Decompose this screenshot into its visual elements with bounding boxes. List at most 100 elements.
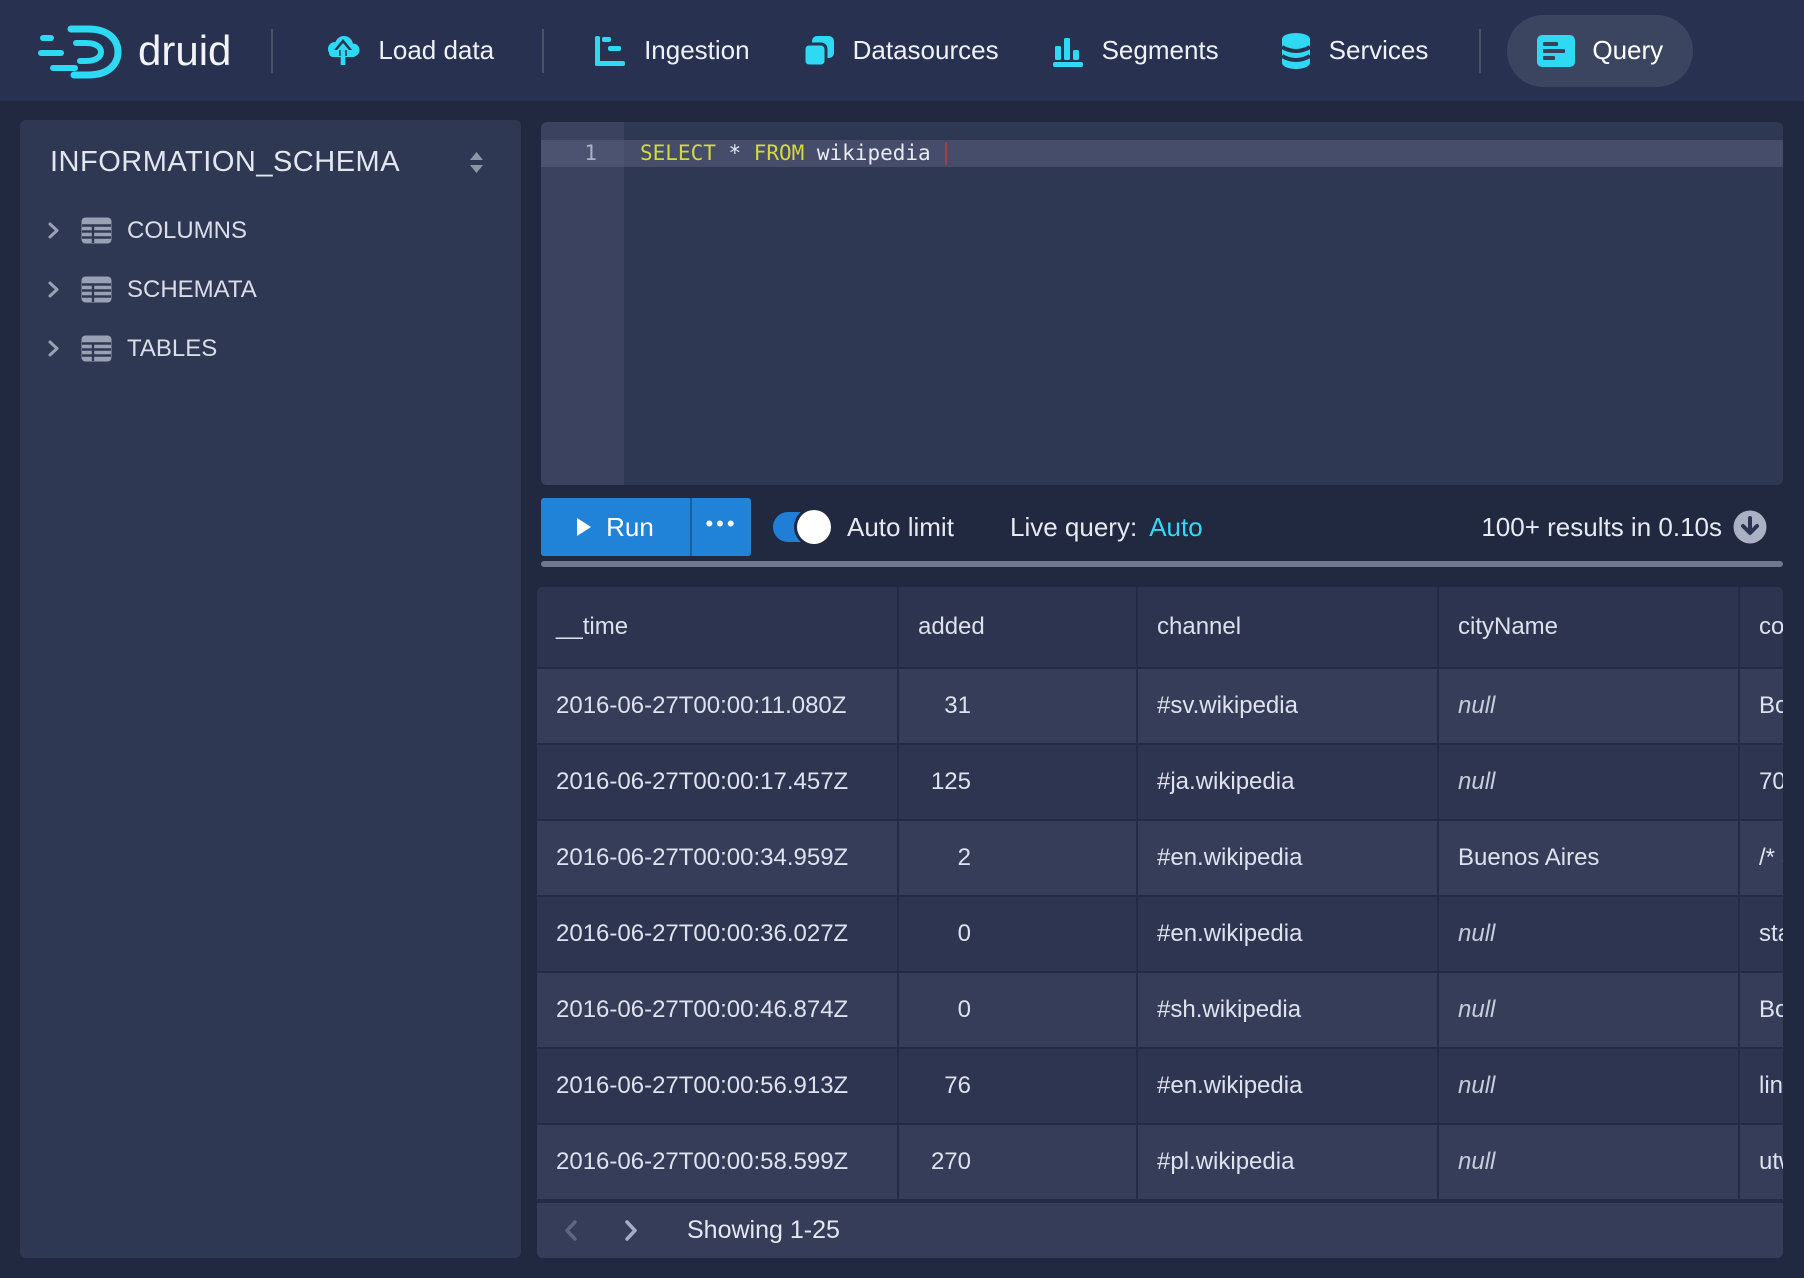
line-number: 1 <box>541 140 597 167</box>
editor-gutter <box>541 122 624 485</box>
cell-added[interactable]: 0 <box>899 973 1138 1049</box>
cell-added[interactable]: 0 <box>899 897 1138 973</box>
column-header-channel[interactable]: channel <box>1138 587 1439 669</box>
table-icon <box>81 335 112 362</box>
cell-time[interactable]: 2016-06-27T00:00:36.027Z <box>537 897 899 973</box>
cell-time[interactable]: 2016-06-27T00:00:17.457Z <box>537 745 899 821</box>
live-query-value[interactable]: Auto <box>1149 512 1203 543</box>
nav-item-label: Services <box>1329 35 1429 66</box>
cell-added[interactable]: 31 <box>899 669 1138 745</box>
nav-divider <box>542 29 544 73</box>
chevron-right-icon <box>47 280 60 299</box>
cell-time[interactable]: 2016-06-27T00:00:46.874Z <box>537 973 899 1049</box>
table-row: 2016-06-27T00:00:34.959Z2#en.wikipediaBu… <box>537 821 1783 897</box>
column-header-comment[interactable]: comment <box>1740 587 1783 669</box>
page-next-button[interactable] <box>624 1219 639 1242</box>
druid-logo[interactable]: druid <box>38 21 231 81</box>
cell-time[interactable]: 2016-06-27T00:00:11.080Z <box>537 669 899 745</box>
table-pagination: Showing 1-25 <box>537 1201 1783 1258</box>
druid-logo-icon <box>38 21 126 81</box>
cell-time[interactable]: 2016-06-27T00:00:56.913Z <box>537 1049 899 1125</box>
nav-item-label: Segments <box>1102 35 1219 66</box>
cell-added[interactable]: 76 <box>899 1049 1138 1125</box>
column-header-time[interactable]: __time <box>537 587 899 669</box>
tree-item-label: SCHEMATA <box>127 276 257 304</box>
run-button-label: Run <box>606 512 654 543</box>
nav-item-label: Ingestion <box>644 35 750 66</box>
column-header-added[interactable]: added <box>899 587 1138 669</box>
cell-comment[interactable]: utw <box>1740 1125 1783 1201</box>
nav-item-ingestion[interactable]: Ingestion <box>593 34 750 68</box>
cell-comment[interactable]: Bot <box>1740 973 1783 1049</box>
druid-console: druid Load data <box>0 0 1804 1278</box>
cell-cityname[interactable]: null <box>1439 1125 1740 1201</box>
cell-cityname[interactable]: Buenos Aires <box>1439 821 1740 897</box>
toggle-knob <box>797 510 831 544</box>
tree-item-tables[interactable]: TABLES <box>20 319 521 378</box>
live-query-label: Live query: <box>1010 512 1137 543</box>
cell-time[interactable]: 2016-06-27T00:00:34.959Z <box>537 821 899 897</box>
nav-item-load-data[interactable]: Load data <box>325 34 494 68</box>
schema-title: INFORMATION_SCHEMA <box>50 146 400 179</box>
column-header-cityname[interactable]: cityName <box>1439 587 1740 669</box>
panel-resize-handle[interactable] <box>541 561 1783 567</box>
results-summary: 100+ results in 0.10s <box>1481 512 1722 543</box>
auto-limit-toggle[interactable] <box>773 512 828 542</box>
results-meta: 100+ results in 0.10s <box>1481 498 1767 556</box>
cell-added[interactable]: 2 <box>899 821 1138 897</box>
query-editor[interactable]: 1 SELECT*FROMwikipedia <box>541 122 1783 485</box>
run-button[interactable]: Run <box>541 498 690 556</box>
gantt-chart-icon <box>593 34 627 68</box>
cell-comment[interactable]: /* S <box>1740 821 1783 897</box>
nav-item-services[interactable]: Services <box>1280 31 1429 71</box>
cell-added[interactable]: 270 <box>899 1125 1138 1201</box>
cell-comment[interactable]: Bot <box>1740 669 1783 745</box>
cloud-upload-icon <box>325 34 361 68</box>
nav-item-label: Query <box>1592 35 1663 66</box>
console-icon <box>1537 35 1575 67</box>
cell-comment[interactable]: 70. <box>1740 745 1783 821</box>
table-body: 2016-06-27T00:00:11.080Z31#sv.wikipedian… <box>537 669 1783 1201</box>
more-icon: ••• <box>705 511 737 537</box>
run-more-button[interactable]: ••• <box>690 498 751 556</box>
cell-cityname[interactable]: null <box>1439 1049 1740 1125</box>
nav-item-datasources[interactable]: Datasources <box>802 34 999 68</box>
auto-limit-label: Auto limit <box>847 498 954 556</box>
nav-item-label: Load data <box>378 35 494 66</box>
nav-item-segments[interactable]: Segments <box>1051 34 1219 68</box>
table-row: 2016-06-27T00:00:36.027Z0#en.wikipedianu… <box>537 897 1783 973</box>
chevron-right-icon <box>47 221 60 240</box>
download-button[interactable] <box>1733 510 1767 544</box>
cell-cityname[interactable]: null <box>1439 897 1740 973</box>
table-row: 2016-06-27T00:00:11.080Z31#sv.wikipedian… <box>537 669 1783 745</box>
cell-channel[interactable]: #sh.wikipedia <box>1138 973 1439 1049</box>
cell-cityname[interactable]: null <box>1439 973 1740 1049</box>
sql-star: * <box>728 141 741 165</box>
tree-item-schemata[interactable]: SCHEMATA <box>20 260 521 319</box>
sql-text: SELECT*FROMwikipedia <box>640 140 947 167</box>
cell-channel[interactable]: #en.wikipedia <box>1138 821 1439 897</box>
cell-channel[interactable]: #pl.wikipedia <box>1138 1125 1439 1201</box>
tree-item-label: COLUMNS <box>127 217 247 245</box>
cell-comment[interactable]: link <box>1740 1049 1783 1125</box>
table-row: 2016-06-27T00:00:58.599Z270#pl.wikipedia… <box>537 1125 1783 1201</box>
nav-divider <box>271 29 273 73</box>
cell-comment[interactable]: sta <box>1740 897 1783 973</box>
nav-item-query-active[interactable]: Query <box>1507 15 1693 87</box>
cell-cityname[interactable]: null <box>1439 669 1740 745</box>
cell-channel[interactable]: #ja.wikipedia <box>1138 745 1439 821</box>
schema-selector[interactable]: INFORMATION_SCHEMA <box>20 120 521 179</box>
cell-time[interactable]: 2016-06-27T00:00:58.599Z <box>537 1125 899 1201</box>
cell-channel[interactable]: #en.wikipedia <box>1138 1049 1439 1125</box>
cell-channel[interactable]: #en.wikipedia <box>1138 897 1439 973</box>
page-prev-button[interactable] <box>563 1219 578 1242</box>
cell-cityname[interactable]: null <box>1439 745 1740 821</box>
text-cursor <box>945 142 947 165</box>
cell-added[interactable]: 125 <box>899 745 1138 821</box>
tree-item-columns[interactable]: COLUMNS <box>20 201 521 260</box>
schema-sidebar: INFORMATION_SCHEMA COLUMNS <box>20 120 521 1258</box>
stacked-squares-icon <box>802 34 836 68</box>
nav-item-label: Datasources <box>853 35 999 66</box>
cell-channel[interactable]: #sv.wikipedia <box>1138 669 1439 745</box>
table-row: 2016-06-27T00:00:17.457Z125#ja.wikipedia… <box>537 745 1783 821</box>
